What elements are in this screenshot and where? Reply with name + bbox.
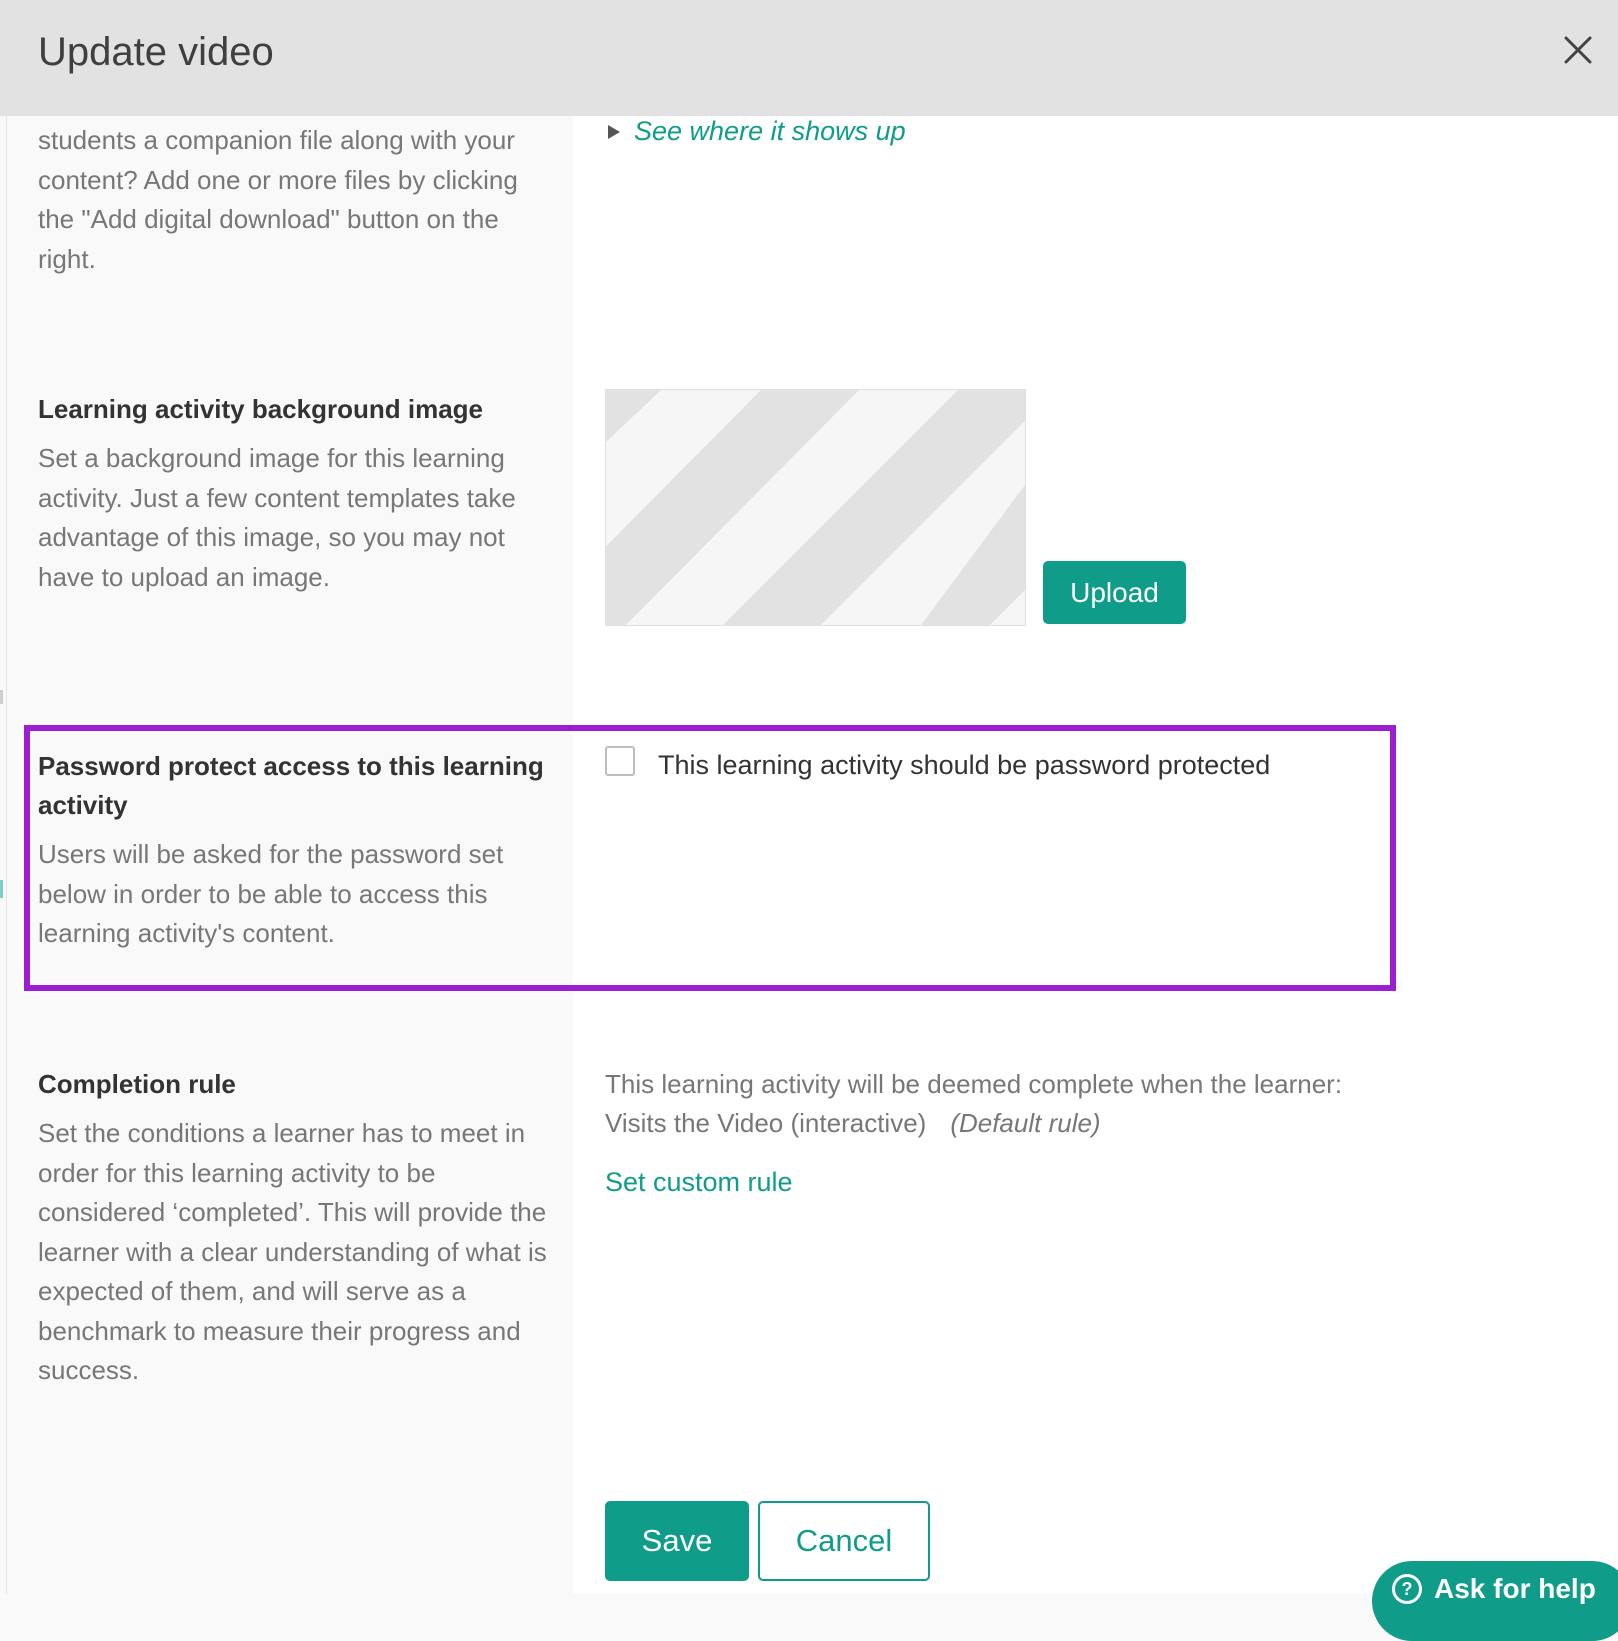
edge-mark [0,880,3,898]
upload-button[interactable]: Upload [1043,561,1186,624]
see-where-toggle[interactable]: See where it shows up [608,116,906,147]
modal-header: Update video [0,0,1618,116]
set-custom-rule-link[interactable]: Set custom rule [605,1163,793,1201]
default-rule-note: (Default rule) [950,1108,1101,1138]
current-rule-text: Visits the Video (interactive) [605,1108,927,1138]
password-checkbox[interactable] [605,746,635,776]
edge-mark [0,690,3,704]
help-label: Ask for help [1434,1573,1596,1604]
completion-rule-current: Visits the Video (interactive) (Default r… [605,1104,1101,1143]
background-image-title: Learning activity background image [38,394,483,424]
see-where-link[interactable]: See where it shows up [634,116,906,147]
save-button[interactable]: Save [605,1501,749,1581]
close-icon [1564,36,1592,64]
field-column [573,0,1618,1594]
password-title: Password protect access to this learning… [38,751,544,820]
password-description: Users will be asked for the password set… [38,839,504,948]
modal-title: Update video [38,30,274,74]
digital-download-description: students a companion file along with you… [38,125,518,274]
image-placeholder-icon [606,390,1025,625]
background-image-description: Set a background image for this learning… [38,443,516,592]
background-image-preview [605,389,1026,626]
disclosure-triangle-icon [608,124,620,139]
ask-for-help-button[interactable]: ? Ask for help [1372,1561,1618,1641]
completion-rule-title: Completion rule [38,1069,236,1099]
close-button[interactable] [1556,28,1600,72]
help-icon: ? [1392,1574,1422,1604]
completion-rule-description: Set the conditions a learner has to meet… [38,1118,547,1385]
cancel-button[interactable]: Cancel [758,1501,930,1581]
password-checkbox-label[interactable]: This learning activity should be passwor… [658,746,1270,784]
completion-rule-intro: This learning activity will be deemed co… [605,1069,1343,1099]
